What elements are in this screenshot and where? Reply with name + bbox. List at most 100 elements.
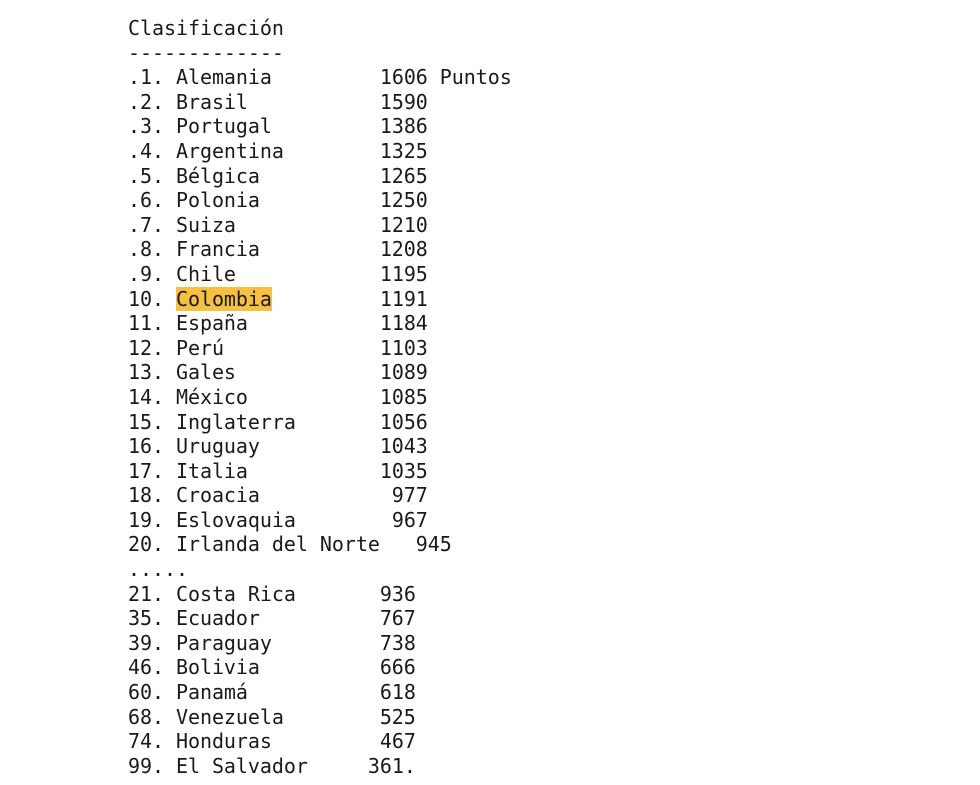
- ranking-row: .5. Bélgica 1265: [128, 164, 512, 189]
- points-value: 1265: [367, 163, 428, 188]
- rank-number: .6.: [128, 188, 176, 213]
- rank-number: .5.: [128, 163, 176, 188]
- points-label: Puntos: [427, 65, 512, 90]
- country-name: Ecuador: [175, 606, 260, 631]
- country-name: Eslovaquia: [175, 507, 296, 532]
- rank-number: 19.: [128, 507, 176, 532]
- country-name: Paraguay: [175, 630, 272, 655]
- ranking-row: 13. Gales 1089: [128, 360, 512, 385]
- points-value: 967: [367, 507, 428, 532]
- points-value: 467: [367, 729, 416, 754]
- country-name: Inglaterra: [175, 409, 296, 434]
- rank-number: 16.: [128, 434, 176, 459]
- rank-number: 12.: [128, 335, 176, 360]
- points-value: 945: [391, 532, 452, 557]
- ranking-title: Clasificación: [128, 16, 284, 40]
- rank-number: .4.: [128, 138, 176, 163]
- ranking-row: 14. México 1085: [128, 385, 512, 410]
- ranking-row: .7. Suiza 1210: [128, 213, 512, 238]
- rank-number: .1.: [128, 65, 176, 90]
- ranking-row: 60. Panamá 618: [128, 680, 512, 705]
- ranking-row: .2. Brasil 1590: [128, 90, 512, 115]
- points-value: 1210: [367, 212, 428, 237]
- country-name: Bolivia: [175, 655, 260, 680]
- other-ranking-list: 21. Costa Rica 936 35. Ecuador 767 39. Par…: [128, 582, 512, 779]
- country-name: Panamá: [175, 680, 248, 705]
- country-name: Polonia: [175, 188, 260, 213]
- ranking-row: .3. Portugal 1386: [128, 114, 512, 139]
- points-value: 1325: [367, 138, 428, 163]
- rank-number: 11.: [128, 311, 176, 336]
- rank-number: 18.: [128, 483, 176, 508]
- points-value: 666: [367, 655, 416, 680]
- points-value: 1386: [367, 114, 428, 139]
- rank-number: 14.: [128, 384, 176, 409]
- ranking-row: 21. Costa Rica 936: [128, 582, 512, 607]
- rank-number: .8.: [128, 237, 176, 262]
- points-value: 1250: [367, 188, 428, 213]
- ranking-row: 39. Paraguay 738: [128, 631, 512, 656]
- rank-number: 39.: [128, 630, 176, 655]
- rank-number: 21.: [128, 581, 176, 606]
- points-value: 1195: [367, 261, 428, 286]
- country-name: Portugal: [175, 114, 272, 139]
- country-name: Colombia: [175, 286, 272, 311]
- rank-number: 99.: [128, 753, 176, 778]
- rank-number: 17.: [128, 458, 176, 483]
- country-name: Irlanda del Norte: [175, 532, 380, 557]
- ranking-document: Clasificación ------------- .1. Alemania…: [128, 16, 512, 778]
- ranking-row: 11. España 1184: [128, 311, 512, 336]
- points-value: 977: [367, 483, 428, 508]
- title-underline: -------------: [128, 40, 284, 65]
- ranking-row: .1. Alemania 1606 Puntos: [128, 65, 512, 90]
- country-name: Honduras: [175, 729, 272, 754]
- points-value: 1606: [367, 65, 428, 90]
- points-value: 1035: [367, 458, 428, 483]
- points-value: 1043: [367, 434, 428, 459]
- country-name: Suiza: [175, 212, 236, 237]
- top-ranking-list: .1. Alemania 1606 Puntos .2. Brasil 1590.…: [128, 65, 512, 557]
- country-name: Perú: [175, 335, 224, 360]
- points-value: 1191: [367, 286, 428, 311]
- ranking-row: 12. Perú 1103: [128, 336, 512, 361]
- country-name: Brasil: [175, 89, 248, 114]
- country-name: Uruguay: [175, 434, 260, 459]
- rank-number: 15.: [128, 409, 176, 434]
- rank-number: 20.: [128, 532, 176, 557]
- points-value: 767: [367, 606, 416, 631]
- rank-number: 35.: [128, 606, 176, 631]
- ranking-row: 99. El Salvador 361.: [128, 754, 512, 779]
- country-name: El Salvador: [175, 753, 308, 778]
- points-value: 1056: [367, 409, 428, 434]
- country-name: México: [175, 384, 248, 409]
- points-value: 936: [367, 581, 416, 606]
- country-name: Chile: [175, 261, 236, 286]
- ranking-row: .8. Francia 1208: [128, 237, 512, 262]
- country-name: Bélgica: [175, 163, 260, 188]
- ranking-row: .6. Polonia 1250: [128, 188, 512, 213]
- points-value: 1103: [367, 335, 428, 360]
- rank-number: 68.: [128, 704, 176, 729]
- rank-number: .9.: [128, 261, 176, 286]
- points-value: 1590: [367, 89, 428, 114]
- points-value: 361.: [367, 753, 416, 778]
